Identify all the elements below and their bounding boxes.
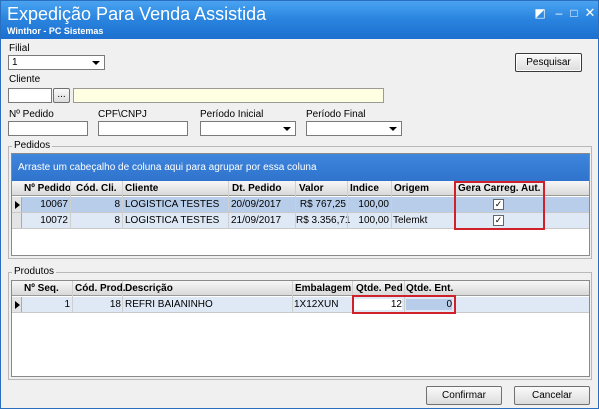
- row-indicator: [12, 213, 22, 228]
- cell-cod-prod: 18: [109, 299, 121, 310]
- produtos-group-title: Produtos: [12, 266, 57, 277]
- cell-indice: 100,00: [358, 215, 389, 226]
- periodo-final-picker[interactable]: [306, 121, 402, 136]
- pedidos-group-title: Pedidos: [12, 140, 53, 151]
- col-numero-pedido[interactable]: Nº Pedido: [24, 183, 71, 194]
- window-subtitle: Winthor - PC Sistemas: [7, 26, 104, 36]
- chevron-down-icon: [389, 127, 397, 131]
- maximize-icon[interactable]: □: [567, 6, 581, 20]
- pesquisar-button[interactable]: Pesquisar: [515, 53, 582, 72]
- col-descricao[interactable]: Descrição: [125, 283, 173, 294]
- cell-embalagem: 1X12XUN: [294, 299, 339, 310]
- highlight-box: [352, 295, 456, 314]
- chevron-down-icon: [283, 127, 291, 131]
- cell-origem: Telemkt: [393, 215, 428, 226]
- cell-cod-cli: 8: [114, 199, 120, 210]
- column-divider: [70, 181, 71, 229]
- col-embalagem[interactable]: Embalagem: [295, 283, 351, 294]
- cell-seq: 1: [64, 299, 70, 310]
- group-by-bar[interactable]: Arraste um cabeçalho de coluna aqui para…: [12, 154, 589, 181]
- highlight-box: [454, 181, 545, 230]
- col-cod-prod[interactable]: Cód. Prod.: [75, 283, 126, 294]
- col-qtde-ent[interactable]: Qtde. Ent.: [406, 283, 453, 294]
- col-valor[interactable]: Valor: [299, 183, 323, 194]
- row-pointer-icon: [15, 301, 20, 309]
- cell-cliente: LOGISTICA TESTES: [125, 199, 220, 210]
- cliente-label: Cliente: [9, 74, 41, 85]
- cliente-name-input[interactable]: [73, 88, 384, 103]
- column-divider: [122, 281, 123, 313]
- minimize-icon[interactable]: –: [552, 6, 566, 20]
- cell-indice: 100,00: [358, 199, 389, 210]
- produtos-header-row: Nº Seq. Cód. Prod. Descrição Embalagem Q…: [12, 281, 589, 296]
- restore-icon[interactable]: ◩: [533, 6, 547, 20]
- cliente-search-button[interactable]: ...: [53, 88, 70, 103]
- periodo-inicial-label: Período Inicial: [200, 109, 264, 120]
- title-bar[interactable]: Expedição Para Venda Assistida Winthor -…: [1, 1, 598, 39]
- cpf-cnpj-input[interactable]: [98, 121, 188, 136]
- column-divider: [292, 281, 293, 313]
- column-divider: [347, 181, 348, 229]
- cell-dt-pedido: 21/09/2017: [231, 215, 282, 226]
- filial-value: 1: [12, 57, 18, 68]
- cell-valor: R$ 3.356,71: [296, 215, 351, 226]
- periodo-final-label: Período Final: [306, 109, 366, 120]
- column-divider: [72, 281, 73, 313]
- window-title: Expedição Para Venda Assistida: [7, 4, 267, 24]
- col-indice[interactable]: Indice: [350, 183, 379, 194]
- cell-numero: 10067: [40, 199, 68, 210]
- cell-valor: R$ 767,25: [299, 199, 346, 210]
- main-window: Expedição Para Venda Assistida Winthor -…: [0, 0, 599, 409]
- cpf-cnpj-label: CPF\CNPJ: [98, 109, 147, 120]
- pesquisar-label: Pesquisar: [526, 57, 571, 68]
- produtos-grid[interactable]: Nº Seq. Cód. Prod. Descrição Embalagem Q…: [11, 280, 590, 377]
- column-divider: [295, 181, 296, 229]
- cell-cod-cli: 8: [114, 215, 120, 226]
- cliente-code-input[interactable]: [8, 88, 52, 103]
- pedidos-grid[interactable]: Arraste um cabeçalho de coluna aqui para…: [11, 153, 590, 256]
- numero-pedido-input[interactable]: [8, 121, 88, 136]
- col-cliente[interactable]: Cliente: [125, 183, 158, 194]
- row-indicator: [12, 297, 22, 312]
- close-icon[interactable]: ✕: [583, 6, 597, 20]
- cancelar-button[interactable]: Cancelar: [514, 386, 590, 405]
- chevron-down-icon: [92, 61, 100, 65]
- cell-numero: 10072: [40, 215, 68, 226]
- confirmar-button[interactable]: Confirmar: [426, 386, 502, 405]
- row-pointer-icon: [15, 201, 20, 209]
- column-divider: [391, 181, 392, 229]
- numero-pedido-label: Nº Pedido: [9, 109, 54, 120]
- col-origem[interactable]: Origem: [394, 183, 429, 194]
- table-row[interactable]: 1 18 REFRI BAIANINHO 1X12XUN 12 0: [12, 297, 589, 313]
- cell-dt-pedido: 20/09/2017: [231, 199, 282, 210]
- col-cod-cli[interactable]: Cód. Cli.: [76, 183, 117, 194]
- periodo-inicial-picker[interactable]: [200, 121, 296, 136]
- column-divider: [228, 181, 229, 229]
- cell-descricao: REFRI BAIANINHO: [125, 299, 213, 310]
- col-seq[interactable]: Nº Seq.: [24, 283, 59, 294]
- filial-label: Filial: [9, 43, 30, 54]
- col-dt-pedido[interactable]: Dt. Pedido: [232, 183, 281, 194]
- col-qtde-ped[interactable]: Qtde. Ped: [356, 283, 403, 294]
- filial-select[interactable]: 1: [8, 55, 105, 70]
- cell-cliente: LOGISTICA TESTES: [125, 215, 220, 226]
- row-indicator: [12, 197, 22, 212]
- column-divider: [122, 181, 123, 229]
